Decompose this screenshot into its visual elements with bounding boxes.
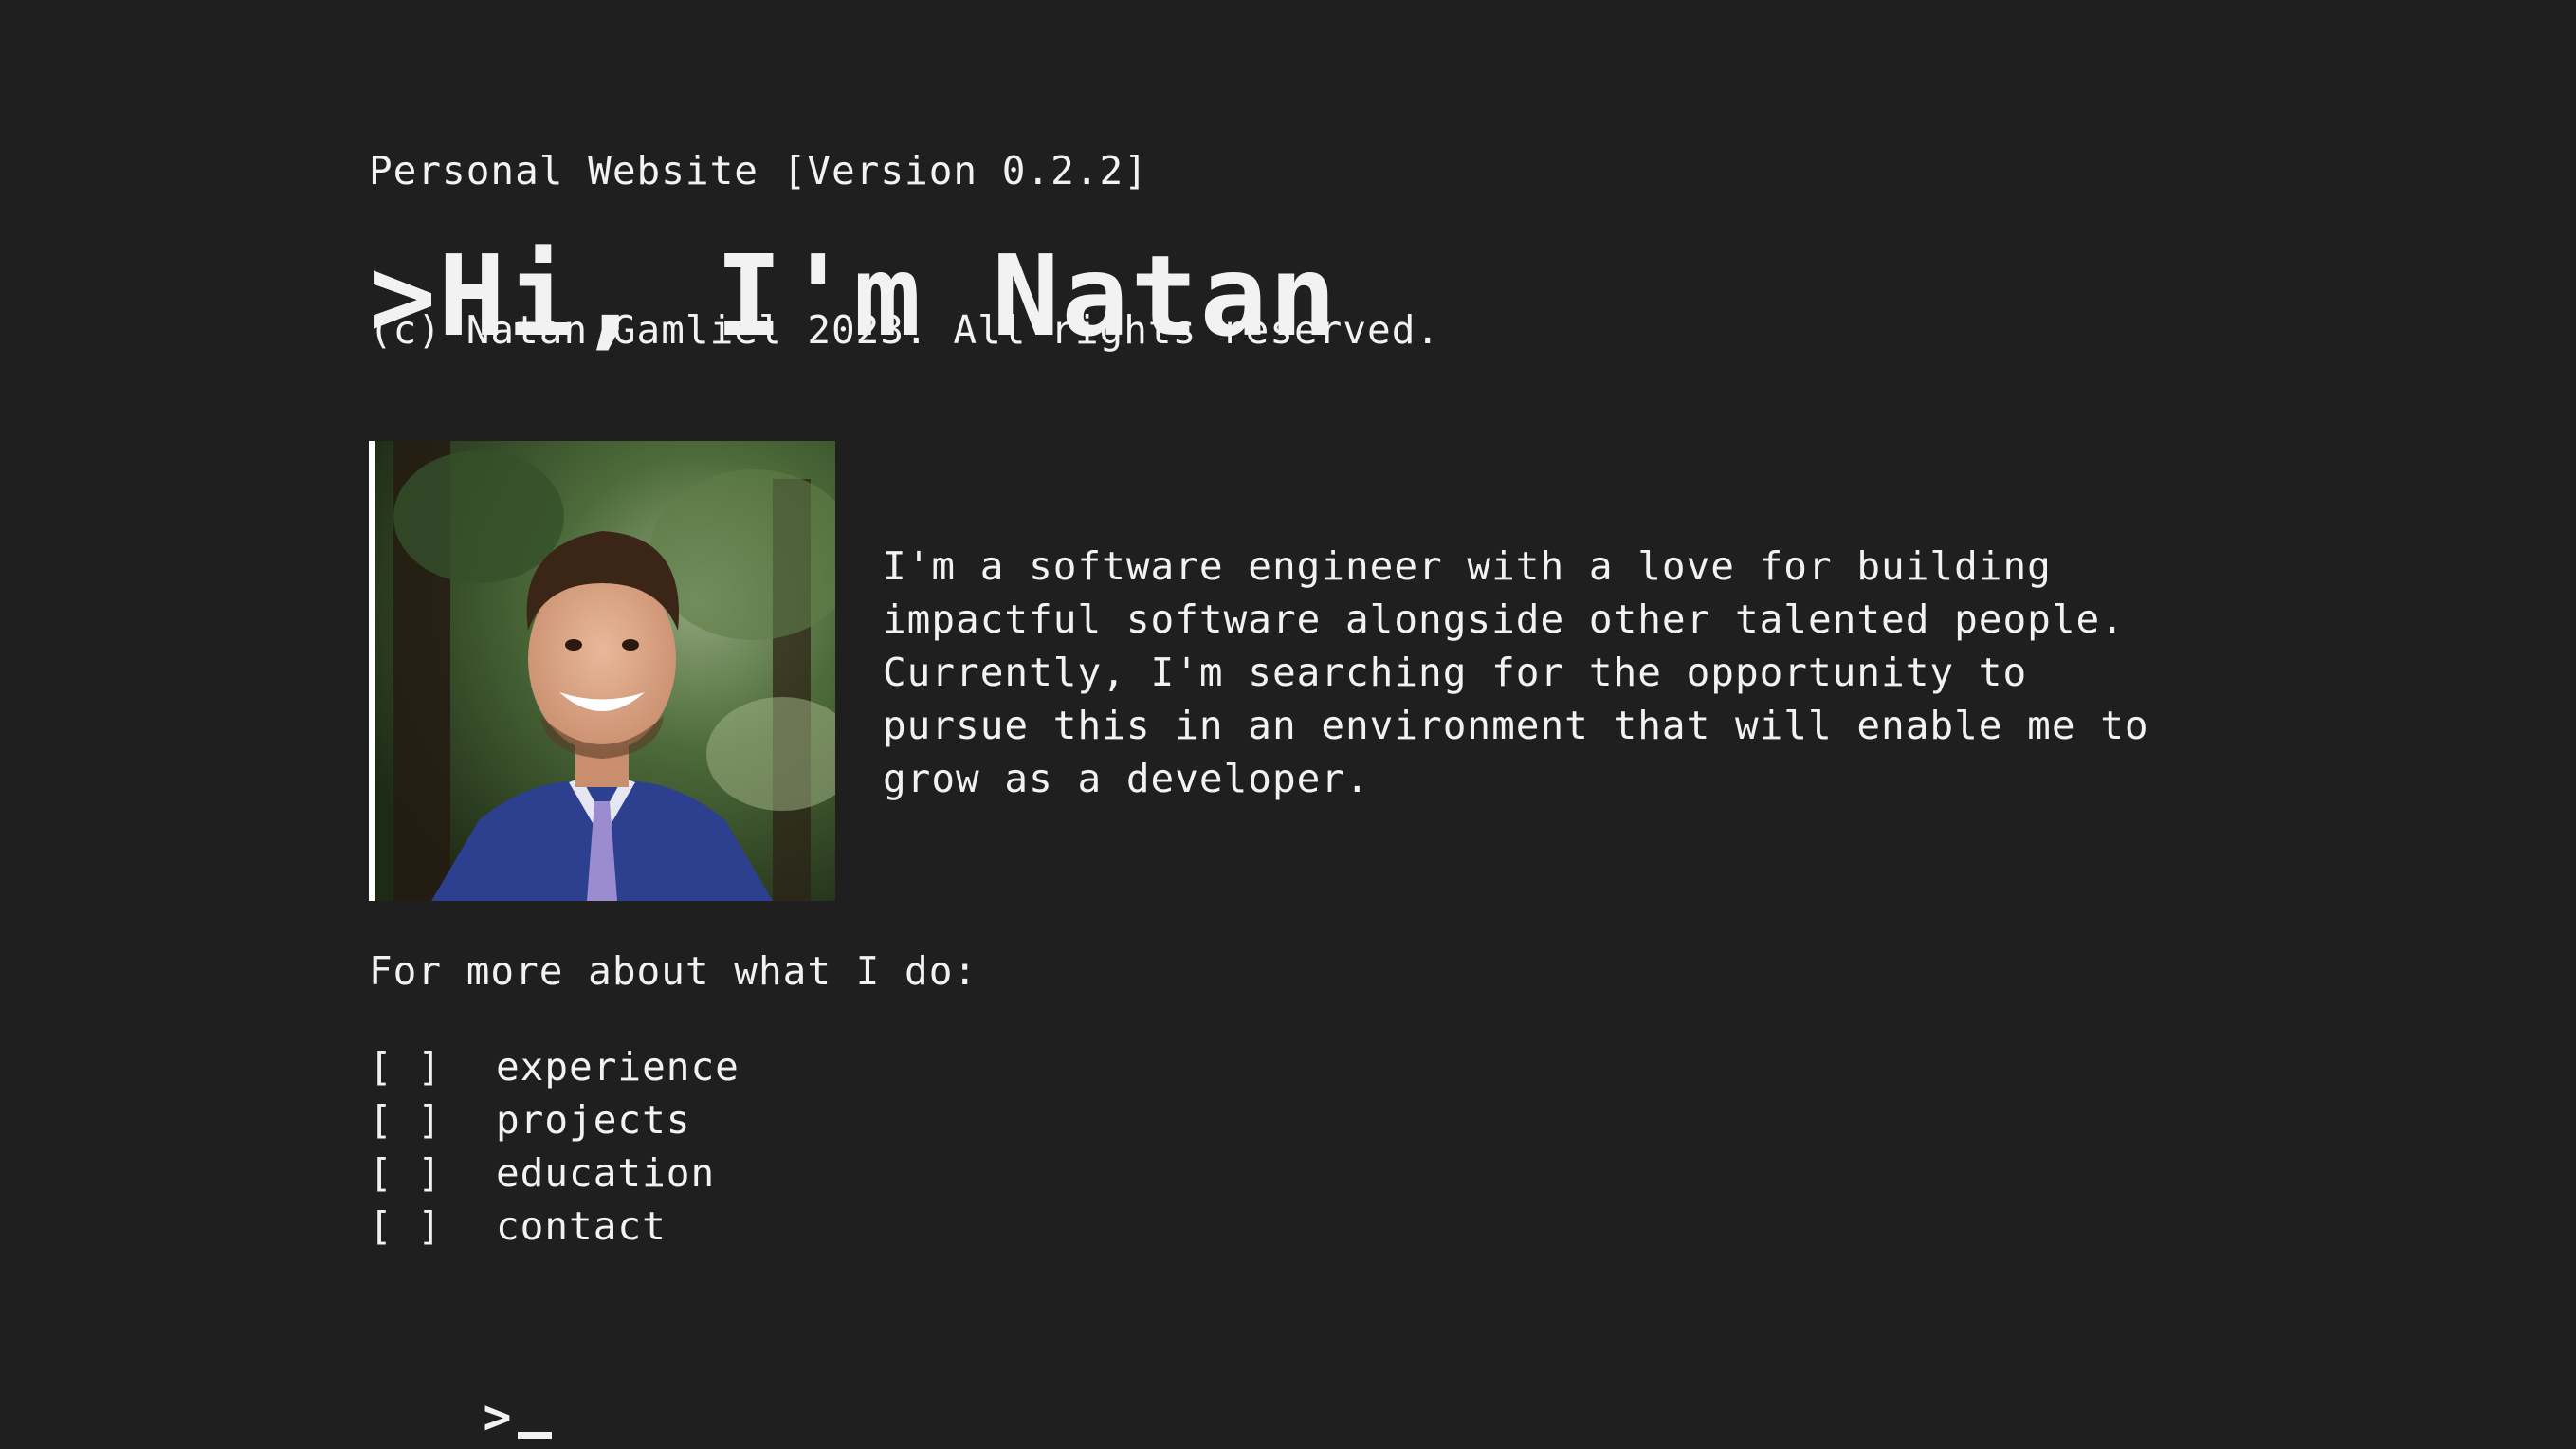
menu-item-education[interactable]: [ ] education	[369, 1146, 740, 1200]
checkbox-marker: [ ]	[369, 1044, 443, 1090]
terminal-page: Personal Website [Version 0.2.2] (c) Nat…	[0, 0, 2576, 1449]
cursor-icon	[517, 1432, 552, 1439]
menu-item-label: projects	[496, 1097, 691, 1143]
bio-paragraph: I'm a software engineer with a love for …	[883, 540, 2257, 805]
more-intro: For more about what I do:	[369, 948, 978, 994]
command-prompt[interactable]: >	[369, 1326, 552, 1449]
bio-line: Currently, I'm searching for the opportu…	[883, 650, 2028, 695]
checkbox-marker: [ ]	[369, 1203, 443, 1249]
menu-item-projects[interactable]: [ ] projects	[369, 1093, 740, 1146]
page-title: >Hi, I'm Natan	[369, 230, 1339, 361]
checkbox-marker: [ ]	[369, 1150, 443, 1196]
profile-photo	[369, 441, 835, 901]
checkbox-marker: [ ]	[369, 1097, 443, 1143]
version-line: Personal Website [Version 0.2.2]	[369, 148, 1148, 193]
nav-menu: [ ] experience [ ] projects [ ] educatio…	[369, 1040, 740, 1253]
bio-line: impactful software alongside other talen…	[883, 596, 2125, 642]
prompt-symbol: >	[483, 1389, 512, 1444]
menu-item-label: education	[496, 1150, 716, 1196]
menu-item-label: experience	[496, 1044, 740, 1090]
menu-item-experience[interactable]: [ ] experience	[369, 1040, 740, 1093]
menu-item-contact[interactable]: [ ] contact	[369, 1200, 740, 1253]
bio-line: pursue this in an environment that will …	[883, 703, 2149, 748]
bio-line: grow as a developer.	[883, 756, 1370, 801]
bio-line: I'm a software engineer with a love for …	[883, 543, 2052, 589]
portrait-image	[375, 441, 835, 901]
menu-item-label: contact	[496, 1203, 667, 1249]
